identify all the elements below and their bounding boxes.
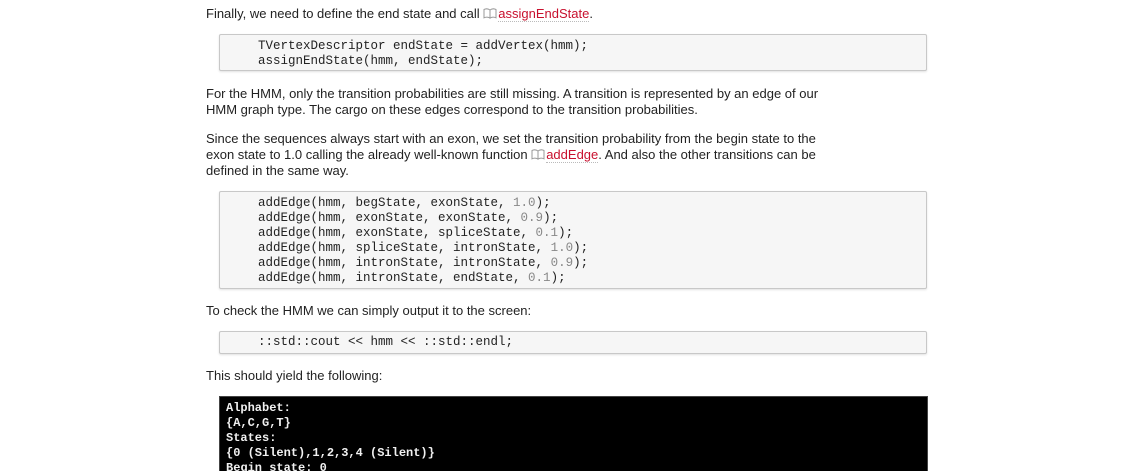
- paragraph-add-edge: Since the sequences always start with an…: [206, 131, 816, 179]
- paragraph-line: For the HMM, only the transition probabi…: [206, 86, 819, 101]
- code-number: 0.9: [520, 211, 544, 225]
- code-number: 1.0: [550, 241, 574, 255]
- code-end: );: [573, 241, 589, 255]
- code-end: );: [573, 256, 589, 270]
- code-line: assignEndState(hmm, endState);: [258, 54, 484, 68]
- code-text: addEdge(hmm, begState, exonState,: [258, 196, 514, 210]
- code-line: addEdge(hmm, begState, exonState, 1.0);: [220, 196, 926, 211]
- code-line: TVertexDescriptor endState = addVertex(h…: [258, 39, 589, 53]
- code-text: addEdge(hmm, intronState, endState,: [258, 271, 529, 285]
- code-line: addEdge(hmm, spliceState, intronState, 1…: [220, 241, 926, 256]
- code-line: addEdge(hmm, intronState, endState, 0.1)…: [220, 271, 926, 286]
- paragraph-line: defined in the same way.: [206, 163, 349, 178]
- paragraph-line: exon state to 1.0 calling the already we…: [206, 147, 532, 162]
- paragraph-line-suffix: . And also the other transitions can be: [598, 147, 816, 162]
- paragraph-end-state: Finally, we need to define the end state…: [206, 6, 593, 22]
- paragraph-check-hmm: To check the HMM we can simply output it…: [206, 303, 532, 318]
- terminal-line: States:: [226, 431, 277, 445]
- open-book-icon: [483, 8, 497, 19]
- link-add-edge[interactable]: addEdge: [546, 147, 599, 163]
- paragraph-suffix: .: [589, 6, 593, 21]
- code-line: addEdge(hmm, exonState, spliceState, 0.1…: [220, 226, 926, 241]
- link-assign-end-state[interactable]: assignEndState: [498, 6, 590, 22]
- terminal-line: {0 (Silent),1,2,3,4 (Silent)}: [226, 446, 435, 460]
- paragraph-yield: This should yield the following:: [206, 368, 383, 383]
- code-number: 1.0: [513, 196, 536, 210]
- code-text: addEdge(hmm, exonState, exonState,: [258, 211, 521, 225]
- paragraph-transition-intro: For the HMM, only the transition probabi…: [206, 86, 818, 118]
- code-number: 0.1: [528, 271, 551, 285]
- doc-link-add-edge[interactable]: addEdge: [531, 147, 599, 163]
- terminal-line: Alphabet:: [226, 401, 291, 415]
- terminal-line: {A,C,G,T}: [226, 416, 291, 430]
- code-line: addEdge(hmm, exonState, exonState, 0.9);: [220, 211, 926, 226]
- code-block-add-edge: addEdge(hmm, begState, exonState, 1.0); …: [219, 191, 927, 289]
- code-text: addEdge(hmm, spliceState, intronState,: [258, 241, 551, 255]
- terminal-line: Begin state: 0: [226, 461, 327, 471]
- code-block-output: ::std::cout << hmm << ::std::endl;: [219, 331, 927, 354]
- code-end: );: [558, 226, 574, 240]
- code-end: );: [535, 196, 551, 210]
- terminal-output: Alphabet: {A,C,G,T} States: {0 (Silent),…: [219, 396, 928, 471]
- code-end: );: [550, 271, 566, 285]
- code-end: );: [543, 211, 559, 225]
- code-block-end-state: TVertexDescriptor endState = addVertex(h…: [219, 34, 927, 71]
- code-text: addEdge(hmm, exonState, spliceState,: [258, 226, 536, 240]
- doc-link-assign-end-state[interactable]: assignEndState: [483, 6, 590, 22]
- code-number: 0.1: [535, 226, 559, 240]
- code-number: 0.9: [550, 256, 574, 270]
- code-line: addEdge(hmm, intronState, intronState, 0…: [220, 256, 926, 271]
- code-line: ::std::cout << hmm << ::std::endl;: [258, 335, 514, 349]
- paragraph-line: HMM graph type. The cargo on these edges…: [206, 102, 698, 117]
- code-text: addEdge(hmm, intronState, intronState,: [258, 256, 551, 270]
- paragraph-text: Finally, we need to define the end state…: [206, 6, 484, 21]
- paragraph-line: Since the sequences always start with an…: [206, 131, 816, 146]
- open-book-icon: [531, 149, 545, 160]
